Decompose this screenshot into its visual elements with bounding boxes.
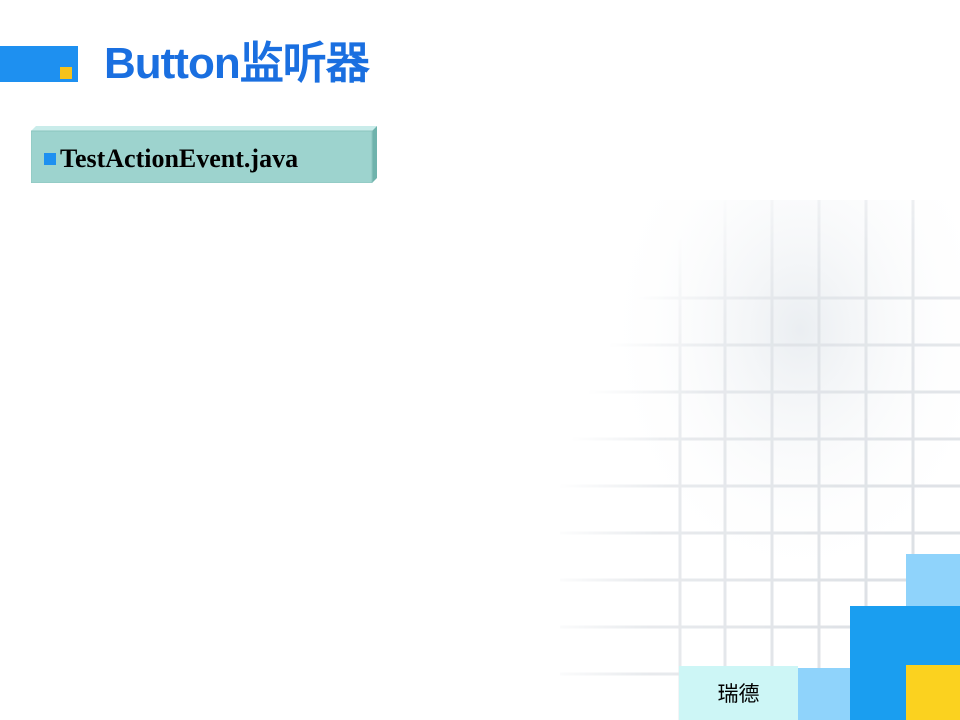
decor-block-light-blue	[798, 668, 850, 720]
file-name-label: TestActionEvent.java	[60, 144, 299, 173]
footer-label: 瑞德	[717, 682, 760, 706]
file-name-item: TestActionEvent.java	[44, 143, 298, 175]
slide: Button监听器 TestActionEvent.java 瑞德	[0, 0, 960, 720]
title-accent-square	[60, 67, 72, 79]
decor-block-yellow	[906, 665, 960, 720]
slide-title: Button监听器	[104, 39, 370, 88]
decor-block-top-light-blue	[906, 554, 960, 606]
square-bullet-icon	[44, 153, 56, 165]
